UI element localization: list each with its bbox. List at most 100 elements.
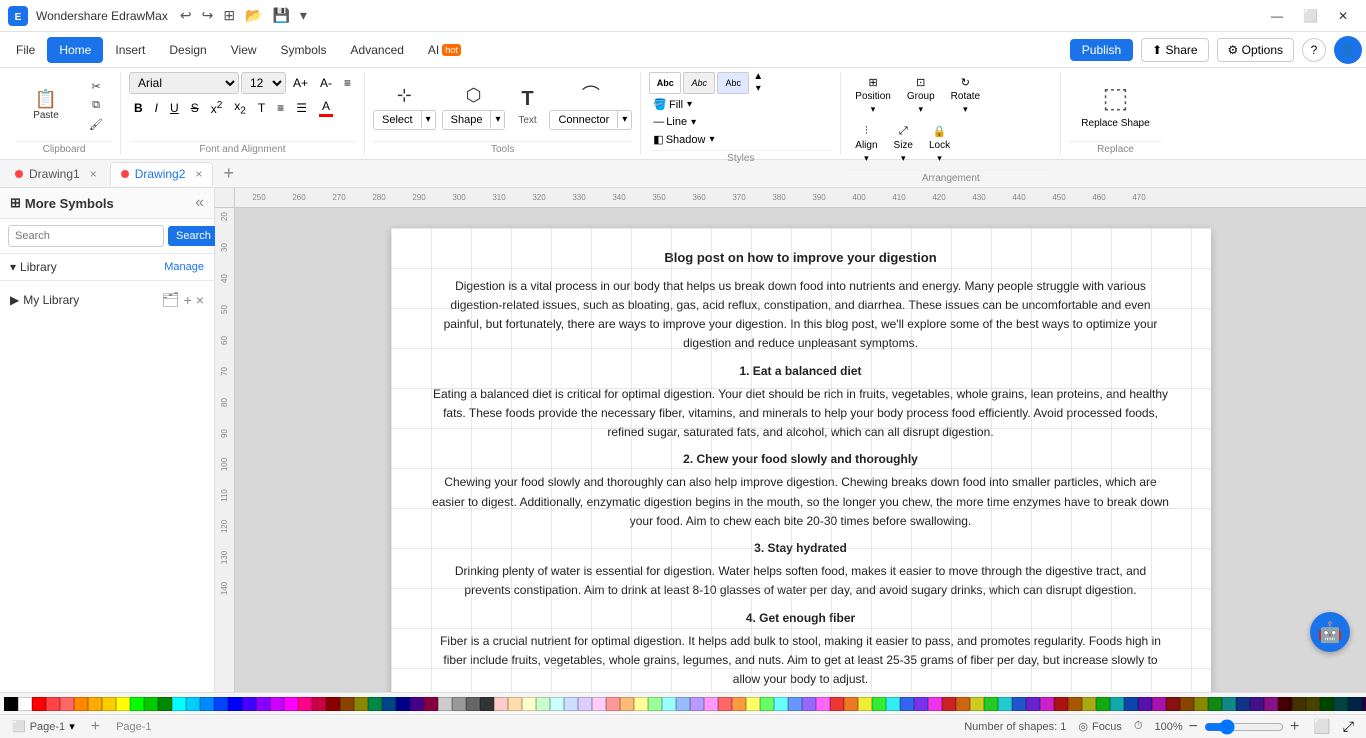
color-swatch[interactable]: [284, 697, 298, 711]
color-swatch[interactable]: [718, 697, 732, 711]
color-swatch[interactable]: [1194, 697, 1208, 711]
color-swatch[interactable]: [256, 697, 270, 711]
color-swatch[interactable]: [900, 697, 914, 711]
my-library-header[interactable]: ▶ My Library 🗂 + ×: [10, 287, 204, 312]
color-swatch[interactable]: [1334, 697, 1348, 711]
color-swatch[interactable]: [480, 697, 494, 711]
color-swatch[interactable]: [396, 697, 410, 711]
color-swatch[interactable]: [452, 697, 466, 711]
color-swatch[interactable]: [144, 697, 158, 711]
shape-main-button[interactable]: Shape: [443, 111, 491, 129]
page-dropdown-button[interactable]: ▾: [69, 720, 75, 733]
color-swatch[interactable]: [970, 697, 984, 711]
color-swatch[interactable]: [760, 697, 774, 711]
color-swatch[interactable]: [1180, 697, 1194, 711]
color-swatch[interactable]: [998, 697, 1012, 711]
menu-ai[interactable]: AI hot: [416, 37, 473, 63]
tab-close-drawing2[interactable]: ×: [195, 167, 202, 181]
page-canvas[interactable]: Blog post on how to improve your digesti…: [391, 228, 1211, 692]
color-swatch[interactable]: [872, 697, 886, 711]
color-swatch[interactable]: [74, 697, 88, 711]
color-swatch[interactable]: [270, 697, 284, 711]
connector-dropdown-button[interactable]: ▾: [617, 111, 631, 128]
shadow-button[interactable]: ◧ Shadow ▾: [649, 131, 832, 148]
color-swatch[interactable]: [746, 697, 760, 711]
align-button[interactable]: ≡: [339, 74, 356, 92]
menu-symbols[interactable]: Symbols: [269, 37, 339, 63]
color-swatch[interactable]: [802, 697, 816, 711]
style-sample-2[interactable]: Abc: [683, 72, 715, 94]
my-library-close-button[interactable]: ×: [196, 291, 204, 308]
line-button[interactable]: — Line ▾: [649, 114, 832, 130]
color-swatch[interactable]: [242, 697, 256, 711]
share-button[interactable]: ⬆ Share: [1141, 38, 1208, 62]
color-swatch[interactable]: [886, 697, 900, 711]
select-main-button[interactable]: Select: [374, 111, 421, 129]
color-swatch[interactable]: [1278, 697, 1292, 711]
color-swatch[interactable]: [858, 697, 872, 711]
replace-shape-button[interactable]: ⬚ Replace Shape: [1069, 73, 1161, 138]
minimize-button[interactable]: —: [1261, 7, 1293, 25]
color-swatch[interactable]: [942, 697, 956, 711]
font-increase-button[interactable]: A+: [288, 74, 313, 92]
color-swatch[interactable]: [102, 697, 116, 711]
color-swatch[interactable]: [326, 697, 340, 711]
color-swatch[interactable]: [1026, 697, 1040, 711]
text-button[interactable]: T: [511, 85, 543, 113]
color-swatch[interactable]: [956, 697, 970, 711]
color-swatch[interactable]: [1012, 697, 1026, 711]
color-swatch[interactable]: [578, 697, 592, 711]
color-swatch[interactable]: [298, 697, 312, 711]
rotate-button[interactable]: ↻ Rotate ▾: [945, 72, 986, 119]
color-swatch[interactable]: [494, 697, 508, 711]
zoom-plus-button[interactable]: +: [1288, 718, 1301, 736]
color-swatch[interactable]: [466, 697, 480, 711]
publish-button[interactable]: Publish: [1070, 39, 1133, 61]
menu-home[interactable]: Home: [47, 37, 103, 63]
color-swatch[interactable]: [774, 697, 788, 711]
add-page-button[interactable]: +: [91, 718, 100, 736]
color-swatch[interactable]: [844, 697, 858, 711]
color-swatch[interactable]: [438, 697, 452, 711]
save-button[interactable]: 💾: [268, 5, 293, 26]
color-swatch[interactable]: [690, 697, 704, 711]
color-swatch[interactable]: [1236, 697, 1250, 711]
shape-icon-button[interactable]: ⬡: [458, 82, 490, 108]
color-swatch[interactable]: [592, 697, 606, 711]
menu-advanced[interactable]: Advanced: [339, 37, 416, 63]
color-swatch[interactable]: [564, 697, 578, 711]
color-swatch[interactable]: [382, 697, 396, 711]
color-swatch[interactable]: [368, 697, 382, 711]
color-swatch[interactable]: [1222, 697, 1236, 711]
color-swatch[interactable]: [32, 697, 46, 711]
tab-close-drawing1[interactable]: ×: [90, 167, 97, 181]
color-swatch[interactable]: [60, 697, 74, 711]
color-swatch[interactable]: [116, 697, 130, 711]
my-library-add-button[interactable]: +: [184, 291, 192, 308]
color-swatch[interactable]: [46, 697, 60, 711]
redo-button[interactable]: ↪: [198, 5, 218, 26]
lock-button[interactable]: 🔒 Lock ▾: [923, 121, 956, 168]
color-swatch[interactable]: [312, 697, 326, 711]
manage-button[interactable]: Manage: [164, 261, 204, 273]
font-family-select[interactable]: Arial: [129, 72, 239, 94]
styles-down-button[interactable]: ▾: [753, 84, 763, 94]
tab-drawing2[interactable]: Drawing2 ×: [110, 162, 214, 186]
underline-button[interactable]: U: [165, 99, 184, 117]
font-color-button[interactable]: A: [314, 97, 338, 119]
tab-drawing1[interactable]: Drawing1 ×: [4, 162, 108, 186]
color-swatch[interactable]: [536, 697, 550, 711]
color-swatch[interactable]: [1264, 697, 1278, 711]
font-size-select[interactable]: 12: [241, 72, 286, 94]
color-swatch[interactable]: [1054, 697, 1068, 711]
copy-button[interactable]: ⧉: [80, 97, 112, 114]
color-swatch[interactable]: [1040, 697, 1054, 711]
color-swatch[interactable]: [340, 697, 354, 711]
color-swatch[interactable]: [158, 697, 172, 711]
styles-up-button[interactable]: ▲: [753, 72, 763, 82]
undo-button[interactable]: ↩: [176, 5, 196, 26]
cut-button[interactable]: ✂: [80, 78, 112, 95]
size-button[interactable]: ⤢ Size ▾: [888, 121, 919, 168]
search-input[interactable]: [8, 225, 164, 247]
color-swatch[interactable]: [676, 697, 690, 711]
